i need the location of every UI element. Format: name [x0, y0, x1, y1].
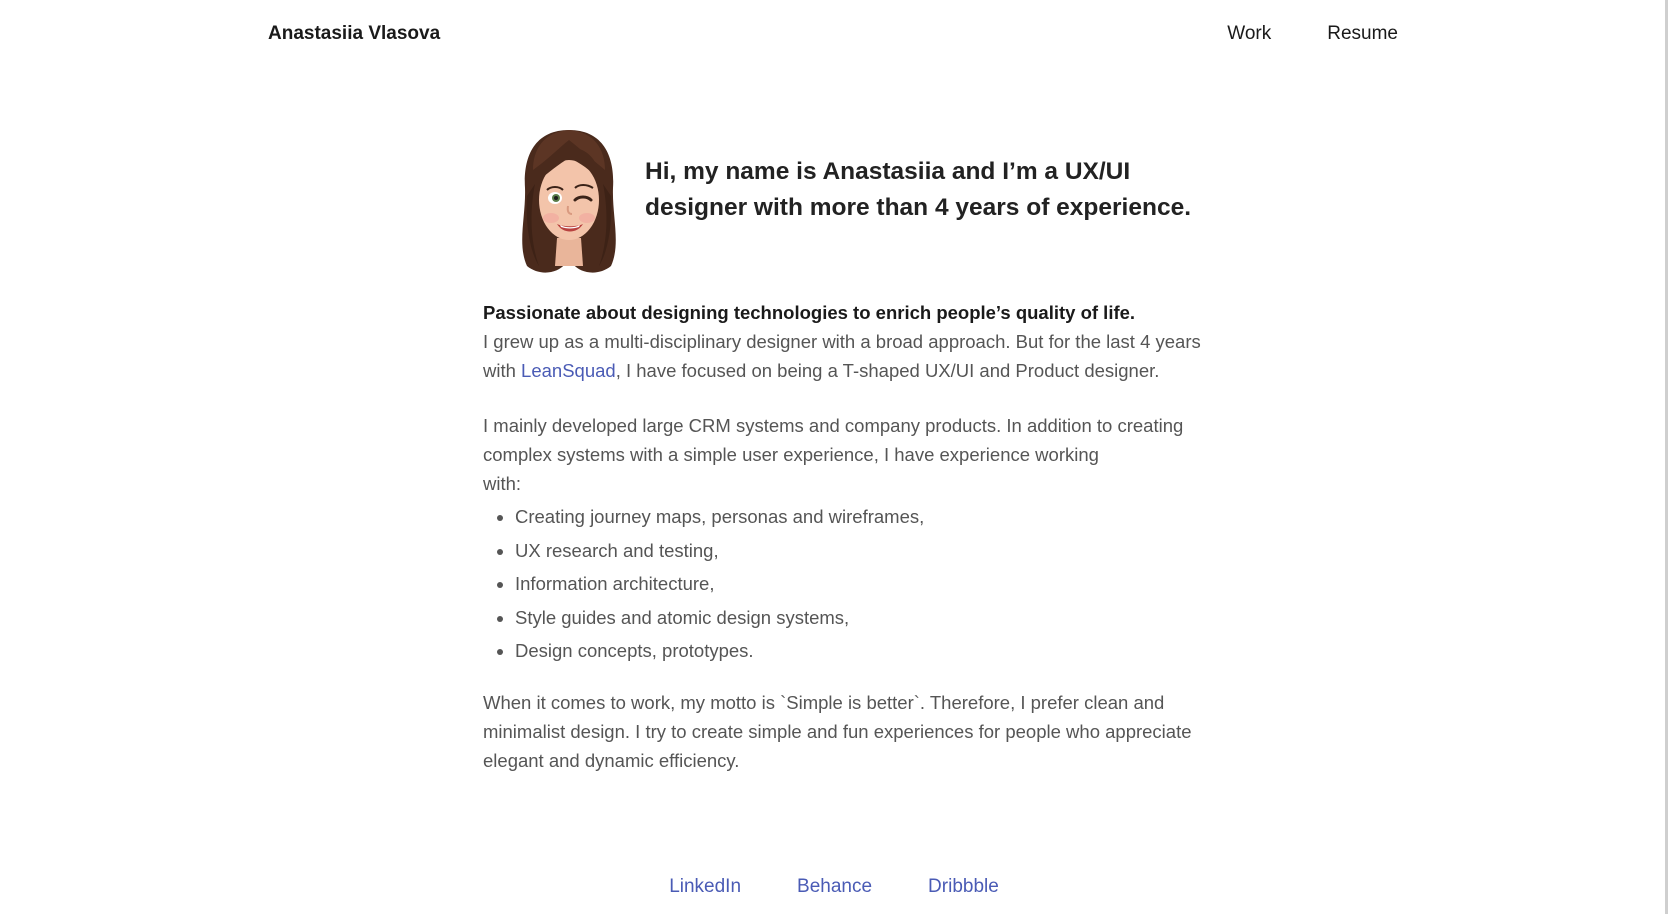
- leansquad-link[interactable]: LeanSquad: [521, 360, 616, 381]
- about-paragraph-2-text: I mainly developed large CRM systems and…: [483, 415, 1184, 465]
- dribbble-link[interactable]: Dribbble: [928, 874, 999, 900]
- about-paragraph-1: I grew up as a multi-disciplinary design…: [483, 327, 1203, 385]
- intro-section: Hi, my name is Anastasiia and I’m a UX/U…: [483, 126, 1203, 278]
- skill-item: UX research and testing,: [515, 534, 1203, 568]
- memoji-avatar-icon: [513, 126, 625, 278]
- nav-link-work[interactable]: Work: [1227, 23, 1271, 44]
- nav-item-work: Work: [1227, 20, 1271, 48]
- skill-item: Creating journey maps, personas and wire…: [515, 500, 1203, 534]
- skill-item: Style guides and atomic design systems,: [515, 601, 1203, 635]
- page: Anastasiia Vlasova Work Resume Hi, my na…: [0, 0, 1668, 914]
- site-header: Anastasiia Vlasova Work Resume: [268, 20, 1398, 48]
- brand-home-link[interactable]: Anastasiia Vlasova: [268, 20, 440, 48]
- skills-list: Creating journey maps, personas and wire…: [483, 500, 1203, 668]
- intro-headline: Hi, my name is Anastasiia and I’m a UX/U…: [645, 158, 1191, 221]
- behance-link[interactable]: Behance: [797, 874, 872, 900]
- nav-link-resume[interactable]: Resume: [1327, 23, 1398, 44]
- about-motto: When it comes to work, my motto is `Simp…: [483, 691, 1192, 771]
- linkedin-link[interactable]: LinkedIn: [669, 874, 741, 900]
- about-lead: Passionate about designing technologies …: [483, 302, 1136, 323]
- nav-item-resume: Resume: [1327, 20, 1398, 48]
- about-paragraph-2: I mainly developed large CRM systems and…: [483, 411, 1203, 498]
- skill-item: Design concepts, prototypes.: [515, 634, 1203, 668]
- main-nav: Work Resume: [1227, 20, 1398, 48]
- skill-item: Information architecture,: [515, 567, 1203, 601]
- social-links: LinkedIn Behance Dribbble: [0, 874, 1668, 900]
- about-paragraph-1-text-end: , I have focused on being a T-shaped UX/…: [615, 360, 1160, 381]
- about-content: Passionate about designing technologies …: [483, 298, 1203, 775]
- about-paragraph-2-with: with:: [483, 473, 522, 494]
